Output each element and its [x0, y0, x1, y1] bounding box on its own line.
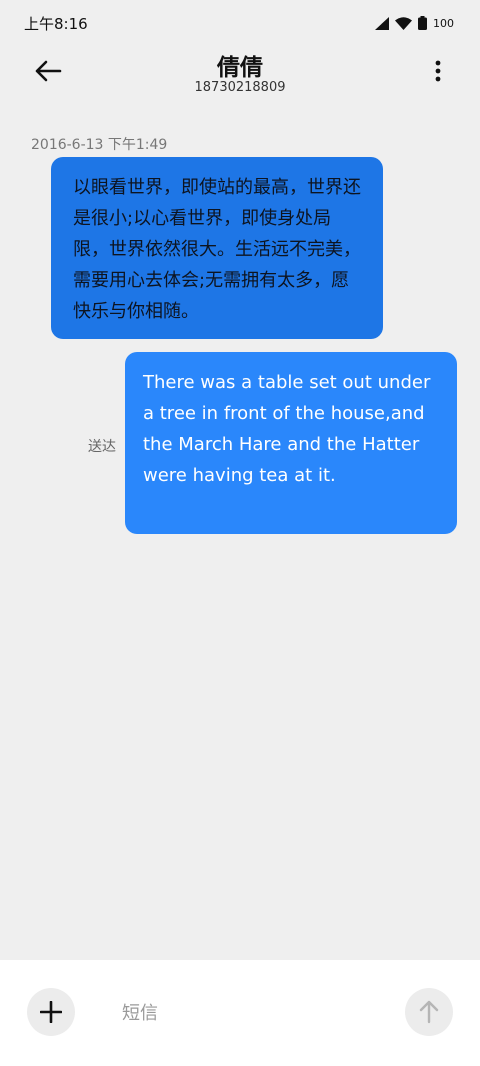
more-options-button[interactable]	[426, 56, 450, 86]
conversation-header: 倩倩 18730218809	[0, 46, 480, 108]
more-vertical-icon	[435, 60, 441, 82]
send-button[interactable]	[405, 988, 453, 1036]
message-bubble-1[interactable]: 以眼看世界，即使站的最高，世界还是很小;以心看世界，即使身处局限，世界依然很大。…	[51, 157, 383, 339]
status-time: 上午8:16	[24, 14, 88, 33]
status-icons: 100	[375, 16, 454, 30]
plus-icon	[40, 1001, 62, 1023]
add-attachment-button[interactable]	[27, 988, 75, 1036]
compose-bar	[0, 960, 480, 1066]
wifi-icon	[395, 16, 412, 30]
message-input[interactable]	[122, 998, 372, 1028]
delivery-status: 送达	[88, 439, 116, 455]
contact-name: 倩倩	[217, 55, 263, 81]
battery-icon	[418, 16, 427, 30]
message-bubble-2[interactable]: There was a table set out under a tree i…	[125, 352, 457, 534]
signal-icon	[375, 16, 389, 30]
contact-number: 18730218809	[194, 80, 286, 95]
message-timestamp: 2016-6-13 下午1:49	[31, 137, 168, 153]
messaging-screen: 上午8:16 100 倩倩 18730218809 2016-6-13 下午1:…	[0, 0, 480, 1066]
arrow-up-icon	[419, 1000, 439, 1024]
status-bar: 上午8:16 100	[0, 0, 480, 46]
battery-level: 100	[433, 16, 454, 30]
